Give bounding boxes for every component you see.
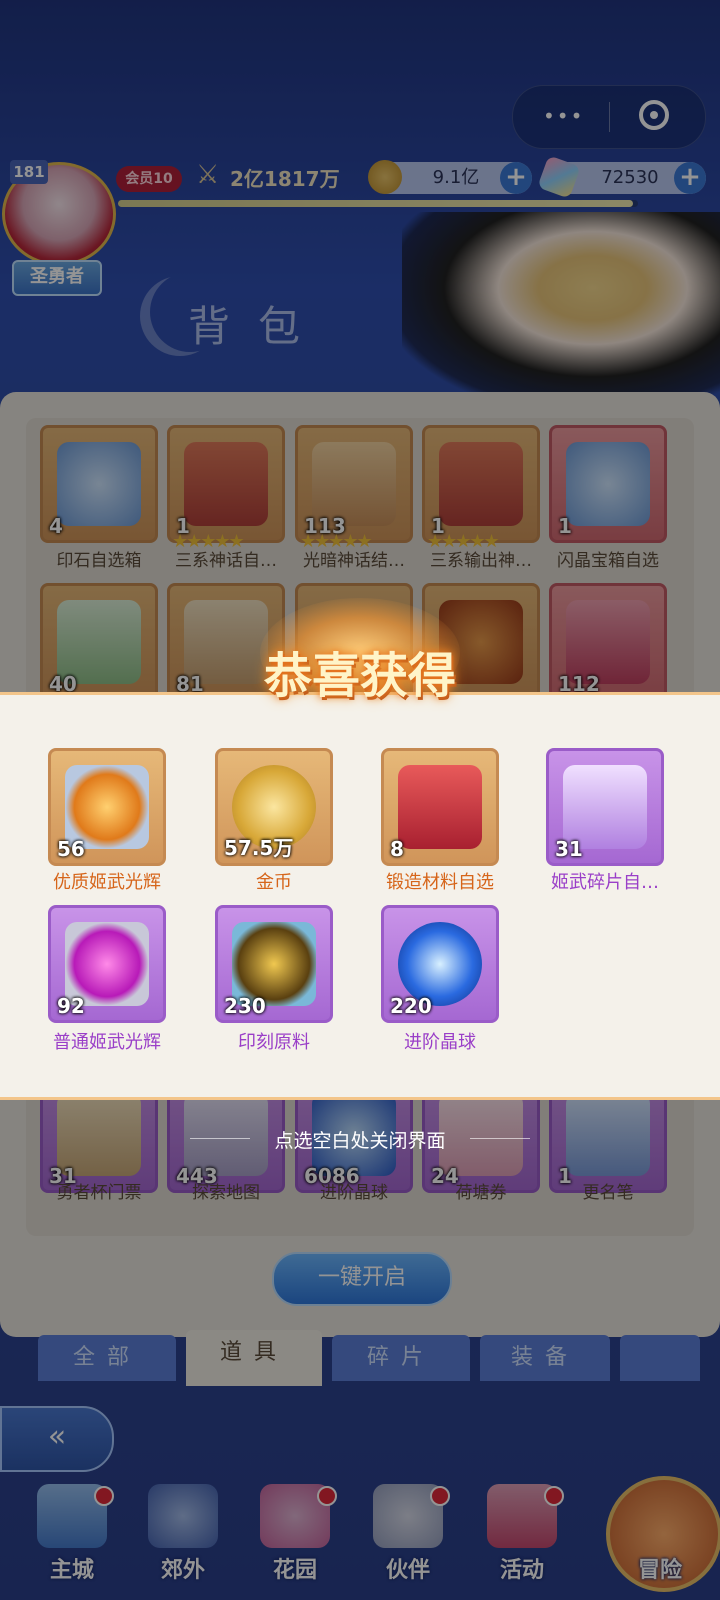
red-chest-icon <box>398 765 482 849</box>
reward-slot[interactable]: 56 <box>48 748 166 866</box>
reward-slot[interactable]: 31 <box>546 748 664 866</box>
hint-line-right <box>470 1138 530 1139</box>
reward-slot[interactable]: 92 <box>48 905 166 1023</box>
hint-line-left <box>190 1138 250 1139</box>
reward-slot[interactable]: 8 <box>381 748 499 866</box>
reward-name: 锻造材料自选 <box>386 872 494 893</box>
reward-name: 印刻原料 <box>238 1032 310 1053</box>
reward-name: 进阶晶球 <box>404 1032 476 1053</box>
reward-count: 56 <box>57 837 85 861</box>
reward-slot[interactable]: 220 <box>381 905 499 1023</box>
reward-slot[interactable]: 57.5万 <box>215 748 333 866</box>
reward-count: 8 <box>390 837 404 861</box>
reward-name: 金币 <box>256 872 292 893</box>
reward-slot[interactable]: 230 <box>215 905 333 1023</box>
reward-count: 92 <box>57 994 85 1018</box>
reward-count: 220 <box>390 994 432 1018</box>
reward-title: 恭喜获得 <box>263 648 456 704</box>
close-hint-text: 点选空白处关闭界面 <box>274 1130 446 1152</box>
reward-count: 230 <box>224 994 266 1018</box>
reward-name: 姬武碎片自… <box>551 872 659 893</box>
reward-count: 57.5万 <box>224 836 294 860</box>
reward-count: 31 <box>555 837 583 861</box>
reward-name: 普通姬武光辉 <box>53 1032 161 1053</box>
close-hint: 点选空白处关闭界面 <box>160 1126 560 1153</box>
reward-name: 优质姬武光辉 <box>53 872 161 893</box>
